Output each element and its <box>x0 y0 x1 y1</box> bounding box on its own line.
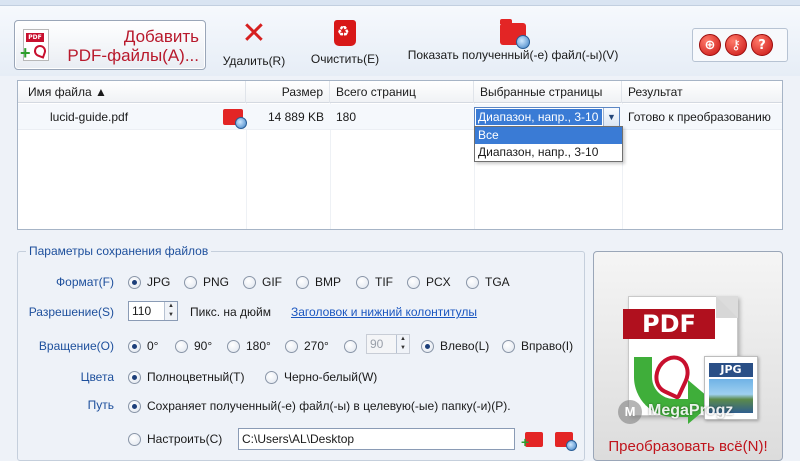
rotation-radio-0[interactable] <box>128 340 141 353</box>
format-jpg-label: JPG <box>147 275 171 289</box>
selected-pages-value: Диапазон, напр., 3-10 <box>476 109 602 125</box>
dropdown-option-all[interactable]: Все <box>475 127 622 144</box>
show-result-label: Показать полученный(-е) файл(-ы)(V) <box>407 48 619 62</box>
file-size-cell: 14 889 KB <box>267 110 324 124</box>
delete-x-icon: ✕ <box>241 17 267 50</box>
watermark-logo-icon: M <box>618 400 642 424</box>
result-cell: Готово к преобразованию <box>628 110 771 124</box>
format-bmp-label: BMP <box>315 275 342 289</box>
color-label: Цвета <box>80 370 114 384</box>
path-target-label: Сохраняет полученный(-е) файл(-ы) в целе… <box>147 399 511 413</box>
resolution-label: Разрешение(S) <box>28 305 114 319</box>
rotation-radio-180[interactable] <box>227 340 240 353</box>
path-target-radio[interactable] <box>128 400 141 413</box>
format-png-label: PNG <box>203 275 230 289</box>
rotation-0-label: 0° <box>147 339 159 353</box>
table-row[interactable]: lucid-guide.pdf 14 889 KB 180 Диапазон, … <box>18 104 782 130</box>
rotation-180-label: 180° <box>246 339 271 353</box>
rotation-radio-270[interactable] <box>285 340 298 353</box>
spin-arrows-icon[interactable]: ▲ ▼ <box>396 335 409 353</box>
format-radio-png[interactable] <box>184 276 197 289</box>
format-tga-label: TGA <box>485 275 510 289</box>
total-pages-cell: 180 <box>336 110 357 124</box>
rotation-90-label: 90° <box>194 339 213 353</box>
rotation-left-radio[interactable] <box>421 340 434 353</box>
color-bw-radio[interactable] <box>265 371 278 384</box>
watermark: M MegaProgz <box>618 396 768 430</box>
dropdown-option-range[interactable]: Диапазон, напр., 3-10 <box>475 144 622 161</box>
save-settings-legend: Параметры сохранения файлов <box>26 244 212 258</box>
show-result-files-button[interactable]: Показать полученный(-е) файл(-ы)(V) <box>404 19 622 74</box>
file-list-header: Имя файла ▲ Размер Всего страниц Выбранн… <box>18 81 782 103</box>
open-folder-icon[interactable] <box>223 109 247 129</box>
clear-button-label: Очистить(E) <box>310 52 380 66</box>
pdf-badge-text: PDF <box>623 309 715 339</box>
key-icon[interactable]: ⚷ <box>725 34 747 56</box>
folder-view-icon <box>500 19 530 49</box>
open-output-folder-icon[interactable] <box>555 432 577 451</box>
selected-pages-combobox[interactable]: Диапазон, напр., 3-10 ▼ <box>474 107 620 127</box>
column-header-selected-pages[interactable]: Выбранные страницы <box>474 81 622 103</box>
toolbar: PDF + Добавить PDF-файлы(A)... ✕ Удалить… <box>0 6 800 76</box>
format-tif-label: TIF <box>375 275 393 289</box>
globe-icon[interactable]: ⊕ <box>699 34 721 56</box>
format-label: Формат(F) <box>56 275 114 289</box>
format-radio-tga[interactable] <box>466 276 479 289</box>
path-custom-label: Настроить(C) <box>147 432 223 446</box>
add-pdf-files-button[interactable]: PDF + Добавить PDF-файлы(A)... <box>14 20 206 70</box>
resolution-stepper[interactable]: 110 ▲ ▼ <box>128 301 178 321</box>
color-full-radio[interactable] <box>128 371 141 384</box>
format-pcx-label: PCX <box>426 275 451 289</box>
rotation-custom-stepper[interactable]: 90 ▲ ▼ <box>366 334 410 354</box>
format-radio-gif[interactable] <box>243 276 256 289</box>
pages-dropdown-list: Все Диапазон, напр., 3-10 <box>474 126 623 162</box>
convert-all-label: Преобразовать всё(N)! <box>608 438 768 455</box>
watermark-text: MegaProgz <box>648 402 734 419</box>
rotation-radio-90[interactable] <box>175 340 188 353</box>
file-list[interactable]: Имя файла ▲ Размер Всего страниц Выбранн… <box>17 80 783 230</box>
format-radio-tif[interactable] <box>356 276 369 289</box>
resolution-unit-label: Пикс. на дюйм <box>190 305 271 319</box>
path-label: Путь <box>87 398 114 412</box>
delete-button[interactable]: ✕ Удалить(R) <box>222 17 286 74</box>
column-header-result[interactable]: Результат <box>622 81 784 103</box>
format-radio-bmp[interactable] <box>296 276 309 289</box>
file-name-cell: lucid-guide.pdf <box>50 110 129 124</box>
add-button-label-line2: PDF-файлы(A)... <box>67 46 199 65</box>
custom-path-input[interactable]: C:\Users\AL\Desktop <box>238 428 515 450</box>
column-header-name[interactable]: Имя файла ▲ <box>18 81 246 103</box>
format-radio-pcx[interactable] <box>407 276 420 289</box>
header-footer-link[interactable]: Заголовок и нижний колонтитулы <box>291 305 477 319</box>
rotation-custom-value: 90 <box>370 337 384 351</box>
rotation-left-label: Влево(L) <box>440 339 490 353</box>
rotation-270-label: 270° <box>304 339 329 353</box>
jpg-badge-text: JPG <box>709 363 753 377</box>
color-bw-label: Черно-белый(W) <box>284 370 378 384</box>
rotation-radio-custom[interactable] <box>344 340 357 353</box>
spin-arrows-icon[interactable]: ▲ ▼ <box>164 302 177 320</box>
rotation-right-radio[interactable] <box>502 340 515 353</box>
column-header-size[interactable]: Размер <box>246 81 330 103</box>
clear-button[interactable]: Очистить(E) <box>310 20 380 74</box>
help-buttons-group: ⊕ ⚷? <box>692 28 788 62</box>
browse-folder-icon[interactable] <box>521 432 543 450</box>
column-header-pages[interactable]: Всего страниц <box>330 81 474 103</box>
rotation-right-label: Вправо(I) <box>521 339 574 353</box>
add-button-label-line1: Добавить <box>123 27 199 46</box>
delete-button-label: Удалить(R) <box>222 54 286 68</box>
resolution-value: 110 <box>132 304 152 318</box>
chevron-down-icon[interactable]: ▼ <box>603 108 619 126</box>
color-full-label: Полноцветный(T) <box>147 370 245 384</box>
path-custom-radio[interactable] <box>128 433 141 446</box>
format-gif-label: GIF <box>262 275 282 289</box>
rotation-label: Вращение(O) <box>38 339 114 353</box>
help-icon[interactable]: ? <box>751 34 773 56</box>
recycle-bin-icon <box>334 20 356 46</box>
format-radio-jpg[interactable] <box>128 276 141 289</box>
